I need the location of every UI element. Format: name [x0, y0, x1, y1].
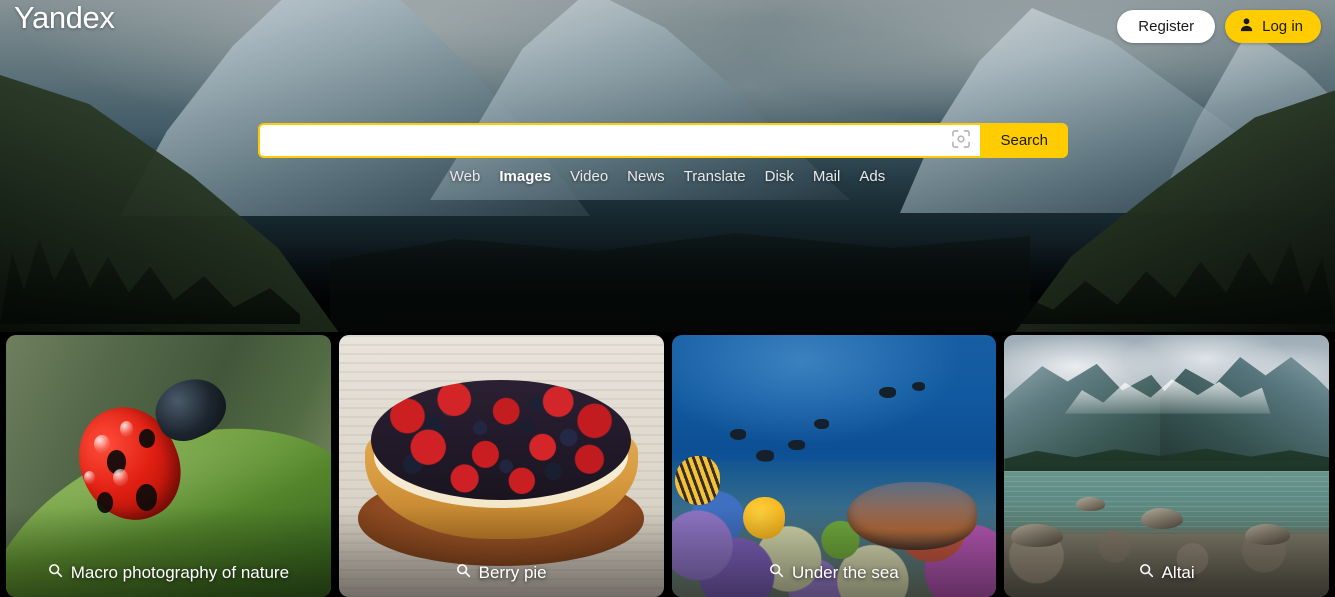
card-caption: Altai — [1004, 563, 1329, 583]
register-button[interactable]: Register — [1117, 10, 1216, 43]
account-actions: Register Log in — [1117, 10, 1321, 43]
tab-images[interactable]: Images — [499, 168, 551, 185]
search-icon — [769, 563, 784, 583]
search-input[interactable] — [260, 125, 943, 156]
top-bar: Yandex Register Log in — [0, 0, 1335, 52]
collection-card[interactable]: Under the sea — [671, 335, 997, 597]
search-bar: Search — [258, 123, 1068, 158]
card-caption-text: Macro photography of nature — [70, 563, 290, 582]
collection-card[interactable]: Macro photography of nature — [6, 335, 331, 597]
water-droplet — [93, 434, 110, 453]
card-caption: Under the sea — [672, 563, 997, 583]
tab-news[interactable]: News — [627, 168, 665, 185]
tab-translate[interactable]: Translate — [684, 168, 746, 185]
small-fish — [911, 382, 925, 392]
card-caption-text: Altai — [1161, 563, 1195, 582]
tab-video[interactable]: Video — [570, 168, 608, 185]
caption-gradient — [6, 507, 331, 597]
collection-card[interactable]: Altai — [1004, 335, 1329, 597]
small-fish — [814, 418, 829, 430]
tab-disk[interactable]: Disk — [765, 168, 794, 185]
service-tabs: Web Images Video News Translate Disk Mai… — [0, 168, 1335, 185]
ladybug-spot — [139, 429, 156, 448]
caption-gradient — [1004, 507, 1329, 597]
user-icon — [1239, 17, 1254, 36]
yandex-images-homepage: Yandex Register Log in Search Web Images… — [0, 0, 1335, 597]
small-fish — [879, 387, 896, 398]
card-caption: Macro photography of nature — [6, 563, 331, 583]
tab-ads[interactable]: Ads — [859, 168, 885, 185]
hero-banner: Yandex Register Log in Search Web Images… — [0, 0, 1335, 332]
caption-gradient — [671, 507, 997, 597]
small-fish — [729, 429, 747, 440]
water-droplet — [113, 468, 128, 486]
image-search-viewfinder-icon — [950, 128, 972, 153]
suggested-collections: Macro photography of nature Berry pie Un… — [0, 335, 1335, 597]
tab-web[interactable]: Web — [450, 168, 481, 185]
search-icon — [48, 563, 63, 583]
search-icon — [456, 563, 471, 583]
water-droplet — [119, 421, 133, 438]
login-button[interactable]: Log in — [1225, 10, 1321, 43]
search-icon — [1139, 563, 1154, 583]
tab-mail[interactable]: Mail — [813, 168, 841, 185]
card-caption: Berry pie — [339, 563, 664, 583]
caption-gradient — [338, 507, 664, 597]
yandex-logo[interactable]: Yandex — [14, 2, 115, 33]
card-caption-text: Under the sea — [791, 563, 899, 582]
search-submit-button[interactable]: Search — [980, 123, 1068, 158]
login-button-label: Log in — [1262, 18, 1303, 35]
image-search-button[interactable] — [942, 125, 980, 156]
striped-angelfish — [674, 455, 721, 506]
small-fish — [788, 439, 805, 451]
search-field — [258, 123, 981, 158]
collection-card[interactable]: Berry pie — [338, 335, 664, 597]
card-caption-text: Berry pie — [478, 563, 547, 582]
pie-berry-topping — [371, 379, 632, 501]
